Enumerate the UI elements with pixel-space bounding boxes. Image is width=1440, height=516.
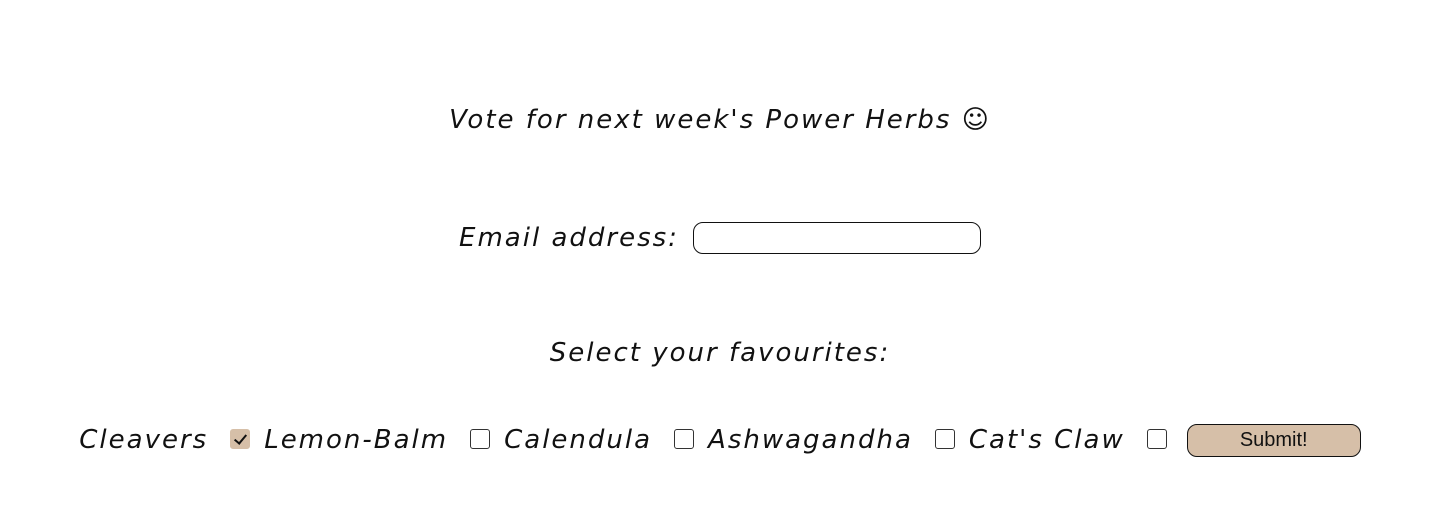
option-label-calendula: Calendula: [504, 425, 653, 455]
vote-page: Vote for next week's Power Herbs ☺ Email…: [0, 0, 1440, 516]
option-lemon-balm: Lemon-Balm: [264, 420, 504, 460]
option-ashwagandha: Ashwagandha: [708, 420, 969, 460]
email-row: Email address:: [0, 218, 1440, 258]
email-label: Email address:: [459, 223, 679, 253]
email-field[interactable]: [692, 222, 981, 254]
submit-button[interactable]: Submit!: [1186, 423, 1361, 457]
checkbox-ashwagandha[interactable]: [934, 429, 955, 449]
checkbox-calendula[interactable]: [674, 429, 695, 449]
option-label-ashwagandha: Ashwagandha: [708, 425, 913, 455]
option-label-cleavers: Cleavers: [79, 425, 209, 455]
checkbox-cats-claw[interactable]: [1146, 429, 1167, 449]
favourites-label: Select your favourites:: [549, 338, 891, 368]
page-title: Vote for next week's Power Herbs ☺: [449, 105, 991, 135]
option-cleavers: Cleavers: [79, 420, 264, 460]
checkbox-lemon-balm[interactable]: [470, 429, 491, 449]
option-calendula: Calendula: [504, 420, 708, 460]
option-cats-claw: Cat's Claw: [969, 420, 1181, 460]
option-label-cats-claw: Cat's Claw: [968, 425, 1125, 455]
option-label-lemon-balm: Lemon-Balm: [264, 425, 449, 455]
favourites-options: Cleavers Lemon-Balm Calendula Ashwagandh…: [0, 420, 1440, 460]
checkbox-cleavers[interactable]: [230, 429, 251, 449]
